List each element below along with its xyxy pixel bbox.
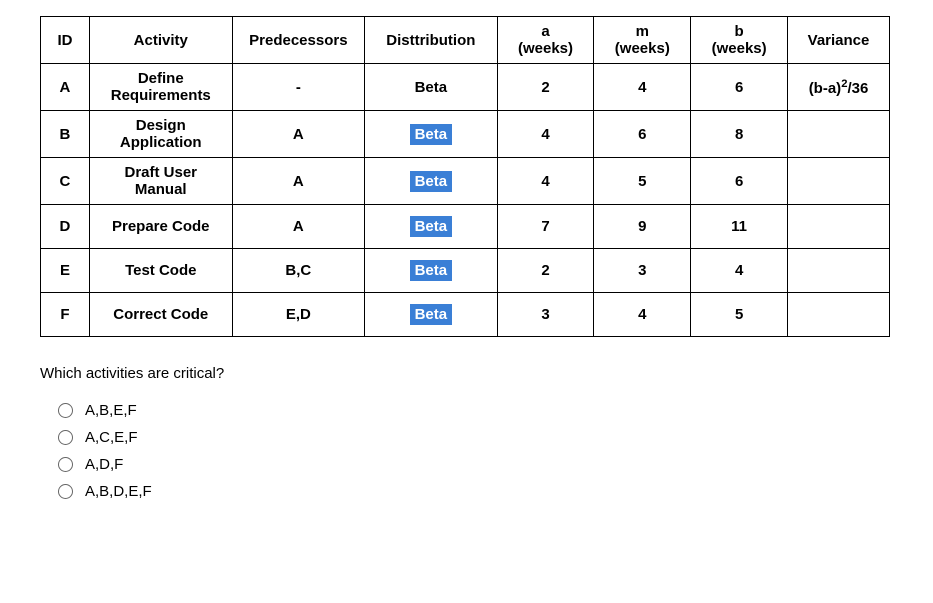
header-variance: Variance bbox=[788, 17, 890, 64]
cell-variance bbox=[788, 205, 890, 249]
activity-table: ID Activity Predecessors Disttribution a… bbox=[40, 16, 890, 337]
option-label: A,B,E,F bbox=[85, 402, 137, 419]
cell-m: 3 bbox=[594, 249, 691, 293]
cell-variance bbox=[788, 158, 890, 205]
cell-a: 4 bbox=[497, 111, 594, 158]
cell-m: 9 bbox=[594, 205, 691, 249]
table-row: FCorrect CodeE,DBeta345 bbox=[41, 293, 890, 337]
cell-m: 6 bbox=[594, 111, 691, 158]
cell-distribution: Beta bbox=[365, 205, 497, 249]
cell-id: C bbox=[41, 158, 90, 205]
table-row: ADefine Requirements-Beta246(b-a)2/36 bbox=[41, 64, 890, 111]
cell-distribution: Beta bbox=[365, 111, 497, 158]
table-row: ETest CodeB,CBeta234 bbox=[41, 249, 890, 293]
cell-activity: Test Code bbox=[89, 249, 232, 293]
cell-b: 5 bbox=[691, 293, 788, 337]
cell-distribution: Beta bbox=[365, 64, 497, 111]
cell-b: 6 bbox=[691, 158, 788, 205]
cell-variance: (b-a)2/36 bbox=[788, 64, 890, 111]
option-row[interactable]: A,B,D,E,F bbox=[58, 483, 893, 500]
cell-variance bbox=[788, 111, 890, 158]
cell-a: 2 bbox=[497, 249, 594, 293]
cell-predecessors: E,D bbox=[232, 293, 364, 337]
cell-activity: Prepare Code bbox=[89, 205, 232, 249]
cell-id: D bbox=[41, 205, 90, 249]
cell-activity: Design Application bbox=[89, 111, 232, 158]
cell-b: 6 bbox=[691, 64, 788, 111]
header-id: ID bbox=[41, 17, 90, 64]
header-row: ID Activity Predecessors Disttribution a… bbox=[41, 17, 890, 64]
option-row[interactable]: A,D,F bbox=[58, 456, 893, 473]
option-label: A,C,E,F bbox=[85, 429, 138, 446]
cell-activity: Draft User Manual bbox=[89, 158, 232, 205]
cell-predecessors: B,C bbox=[232, 249, 364, 293]
options-group: A,B,E,F A,C,E,F A,D,F A,B,D,E,F bbox=[58, 402, 893, 500]
header-a: a (weeks) bbox=[497, 17, 594, 64]
option-row[interactable]: A,C,E,F bbox=[58, 429, 893, 446]
header-m: m (weeks) bbox=[594, 17, 691, 64]
cell-m: 5 bbox=[594, 158, 691, 205]
question-text: Which activities are critical? bbox=[40, 365, 893, 382]
cell-id: E bbox=[41, 249, 90, 293]
cell-m: 4 bbox=[594, 64, 691, 111]
cell-variance bbox=[788, 249, 890, 293]
cell-id: A bbox=[41, 64, 90, 111]
header-b: b (weeks) bbox=[691, 17, 788, 64]
cell-activity: Correct Code bbox=[89, 293, 232, 337]
cell-id: F bbox=[41, 293, 90, 337]
cell-distribution: Beta bbox=[365, 249, 497, 293]
cell-distribution: Beta bbox=[365, 158, 497, 205]
radio-icon[interactable] bbox=[58, 484, 73, 499]
option-row[interactable]: A,B,E,F bbox=[58, 402, 893, 419]
cell-a: 3 bbox=[497, 293, 594, 337]
cell-a: 2 bbox=[497, 64, 594, 111]
table-row: CDraft User ManualABeta456 bbox=[41, 158, 890, 205]
radio-icon[interactable] bbox=[58, 403, 73, 418]
header-predecessors: Predecessors bbox=[232, 17, 364, 64]
cell-predecessors: - bbox=[232, 64, 364, 111]
header-activity: Activity bbox=[89, 17, 232, 64]
cell-predecessors: A bbox=[232, 111, 364, 158]
table-row: BDesign ApplicationABeta468 bbox=[41, 111, 890, 158]
cell-m: 4 bbox=[594, 293, 691, 337]
radio-icon[interactable] bbox=[58, 430, 73, 445]
radio-icon[interactable] bbox=[58, 457, 73, 472]
cell-predecessors: A bbox=[232, 205, 364, 249]
option-label: A,B,D,E,F bbox=[85, 483, 152, 500]
header-distribution: Disttribution bbox=[365, 17, 497, 64]
cell-b: 11 bbox=[691, 205, 788, 249]
cell-predecessors: A bbox=[232, 158, 364, 205]
cell-variance bbox=[788, 293, 890, 337]
cell-id: B bbox=[41, 111, 90, 158]
table-row: DPrepare CodeABeta7911 bbox=[41, 205, 890, 249]
cell-b: 8 bbox=[691, 111, 788, 158]
cell-activity: Define Requirements bbox=[89, 64, 232, 111]
cell-a: 7 bbox=[497, 205, 594, 249]
cell-b: 4 bbox=[691, 249, 788, 293]
cell-distribution: Beta bbox=[365, 293, 497, 337]
option-label: A,D,F bbox=[85, 456, 123, 473]
cell-a: 4 bbox=[497, 158, 594, 205]
